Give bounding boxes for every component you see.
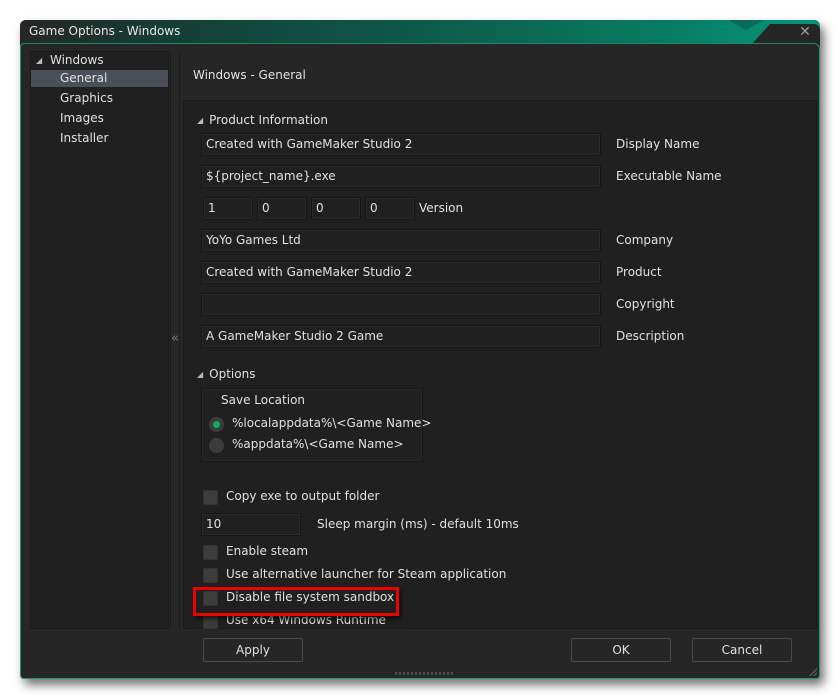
section-label: Product Information — [209, 113, 328, 127]
save-location-group: Save Location %localappdata%\<Game Name>… — [201, 388, 431, 462]
executable-name-label: Executable Name — [616, 169, 722, 183]
radio-appdata[interactable] — [209, 438, 224, 453]
title-bar-notch — [728, 20, 764, 30]
display-name-label: Display Name — [616, 137, 700, 151]
tree-item-general[interactable]: General — [31, 70, 168, 87]
tree-item-windows[interactable]: ◢ Windows — [31, 52, 168, 69]
settings-panel: ◢ Product Information Created with GameMa… — [183, 100, 817, 629]
caret-down-icon: ◢ — [197, 370, 204, 379]
bottom-resize-grip[interactable] — [395, 672, 453, 675]
corner-resize-grip[interactable] — [809, 668, 817, 676]
product-input[interactable]: Created with GameMaker Studio 2 — [201, 261, 601, 284]
cancel-button[interactable]: Cancel — [692, 638, 792, 662]
options-tree: ◢ Windows General Graphics Images Instal… — [30, 51, 169, 629]
disable-sandbox-label[interactable]: Disable file system sandbox — [226, 590, 394, 604]
description-label: Description — [616, 329, 685, 343]
sleep-margin-input[interactable]: 10 — [201, 513, 301, 536]
alt-launcher-checkbox[interactable] — [203, 568, 218, 583]
sleep-margin-label: Sleep margin (ms) - default 10ms — [317, 517, 519, 531]
company-input[interactable]: YoYo Games Ltd — [201, 229, 601, 252]
window-title: Game Options - Windows — [29, 24, 181, 38]
section-label: Options — [209, 367, 256, 381]
enable-steam-checkbox[interactable] — [203, 545, 218, 560]
executable-name-input[interactable]: ${project_name}.exe — [201, 165, 601, 188]
save-location-label: Save Location — [221, 393, 306, 407]
tree-item-label: General — [60, 71, 108, 85]
game-options-window: Game Options - Windows ✕ ◢ Windows Gener… — [20, 20, 820, 679]
page-title: Windows - General — [193, 68, 306, 82]
copyright-input[interactable] — [201, 293, 601, 316]
caret-down-icon: ◢ — [197, 116, 204, 125]
radio-selected-dot — [213, 421, 220, 428]
tree-item-label: Installer — [60, 131, 109, 145]
section-product-information[interactable]: ◢ Product Information — [197, 113, 328, 127]
caret-down-icon: ◢ — [36, 56, 43, 65]
ok-button[interactable]: OK — [571, 638, 671, 662]
section-options[interactable]: ◢ Options — [197, 367, 255, 381]
version-revision-input[interactable]: 0 — [365, 197, 415, 220]
radio-appdata-label[interactable]: %appdata%\<Game Name> — [232, 437, 404, 451]
display-name-input[interactable]: Created with GameMaker Studio 2 — [201, 133, 601, 156]
enable-steam-label[interactable]: Enable steam — [226, 544, 308, 558]
radio-localappdata-label[interactable]: %localappdata%\<Game Name> — [232, 416, 431, 430]
company-label: Company — [616, 233, 674, 247]
tree-item-graphics[interactable]: Graphics — [31, 90, 168, 107]
use-x64-label[interactable]: Use x64 Windows Runtime — [226, 613, 386, 627]
version-label: Version — [419, 201, 464, 215]
tree-item-label: Images — [60, 111, 104, 125]
use-x64-checkbox[interactable] — [203, 614, 218, 629]
radio-localappdata[interactable] — [209, 417, 224, 432]
tree-item-images[interactable]: Images — [31, 110, 168, 127]
title-bar[interactable]: Game Options - Windows ✕ — [20, 20, 820, 44]
version-build-input[interactable]: 0 — [311, 197, 361, 220]
disable-sandbox-checkbox[interactable] — [203, 591, 218, 606]
copy-exe-checkbox[interactable] — [203, 490, 218, 505]
close-icon[interactable]: ✕ — [798, 25, 812, 39]
description-input[interactable]: A GameMaker Studio 2 Game — [201, 325, 601, 348]
version-minor-input[interactable]: 0 — [257, 197, 307, 220]
tree-item-installer[interactable]: Installer — [31, 130, 168, 147]
tree-item-label: Graphics — [60, 91, 113, 105]
double-chevron-left-icon[interactable]: « — [171, 331, 179, 346]
version-major-input[interactable]: 1 — [203, 197, 253, 220]
alt-launcher-label[interactable]: Use alternative launcher for Steam appli… — [226, 567, 506, 581]
copyright-label: Copyright — [616, 297, 675, 311]
apply-button[interactable]: Apply — [203, 638, 303, 662]
tree-item-label: Windows — [50, 53, 104, 67]
copy-exe-label[interactable]: Copy exe to output folder — [226, 489, 379, 503]
product-label: Product — [616, 265, 662, 279]
